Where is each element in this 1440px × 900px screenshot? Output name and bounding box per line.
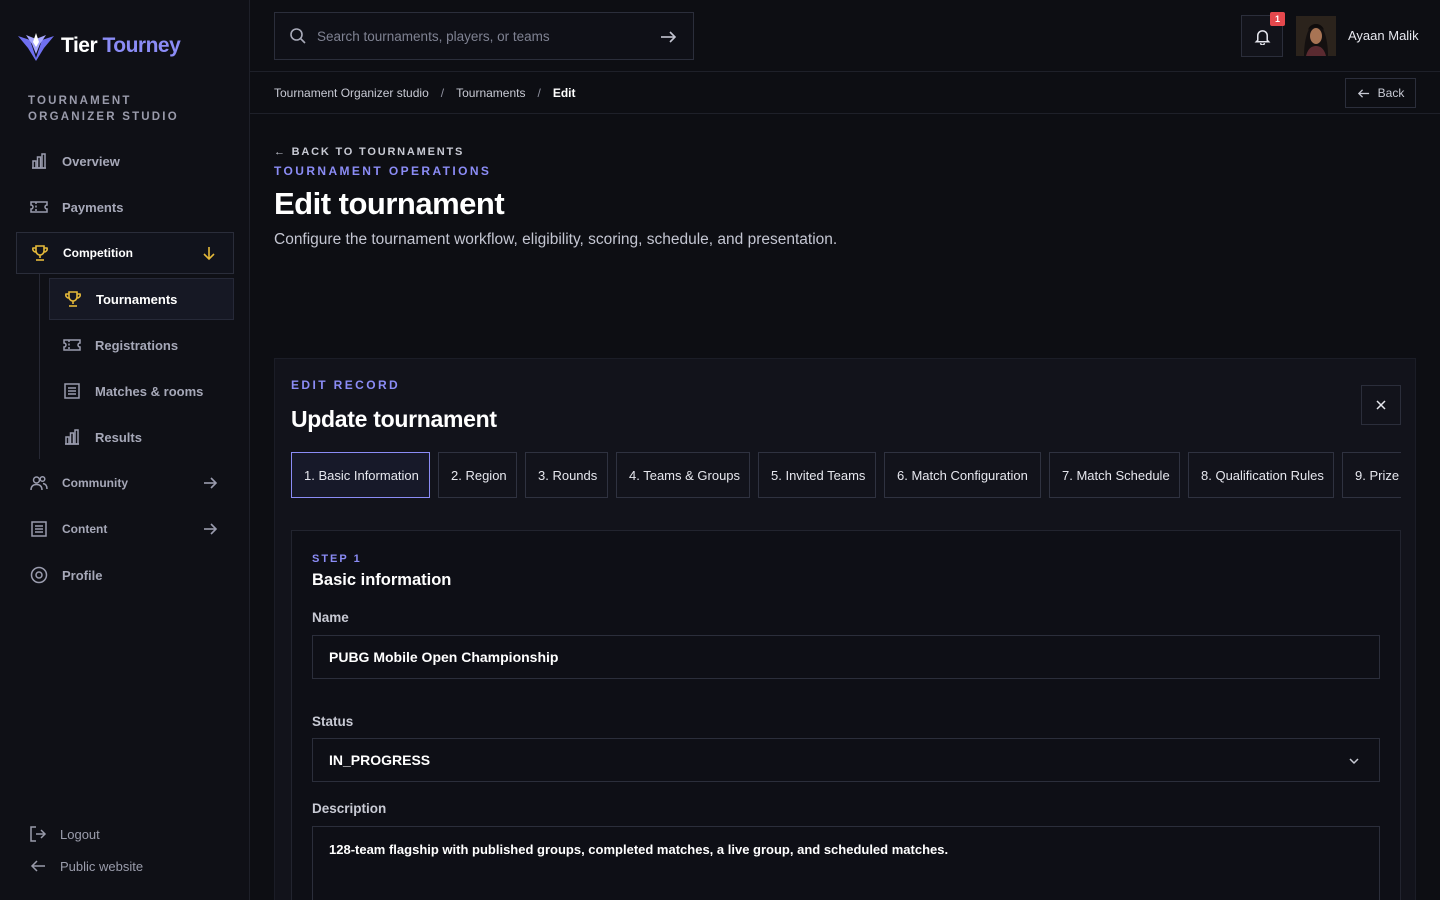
sidebar-item-label: Matches & rooms xyxy=(95,383,204,399)
name-value: PUBG Mobile Open Championship xyxy=(329,649,559,665)
tab-match-schedule[interactable]: 7. Match Schedule xyxy=(1049,452,1180,498)
arrow-right-icon[interactable] xyxy=(659,28,677,46)
close-icon xyxy=(1376,400,1386,410)
sidebar-item-tournaments[interactable]: Tournaments xyxy=(49,278,234,320)
step-title: Basic information xyxy=(312,571,452,589)
arrow-left-icon xyxy=(1357,88,1369,98)
back-button-label: Back xyxy=(1377,86,1405,100)
topbar: Search tournaments, players, or teams 1 … xyxy=(250,0,1440,72)
search-icon xyxy=(290,28,306,44)
bell-icon xyxy=(1254,29,1270,45)
sidebar-item-label: Overview xyxy=(62,153,120,169)
page-eyebrow: TOURNAMENT OPERATIONS xyxy=(274,164,492,178)
users-icon xyxy=(30,475,48,491)
tab-invited-teams[interactable]: 5. Invited Teams xyxy=(758,452,876,498)
brand-name-part2: Tourney xyxy=(102,34,181,57)
sidebar: Tier Tourney TOURNAMENT ORGANIZER STUDIO… xyxy=(0,0,250,900)
public-website-link[interactable]: Public website xyxy=(29,857,143,875)
sidebar-item-matches[interactable]: Matches & rooms xyxy=(62,380,234,402)
notification-badge: 1 xyxy=(1270,12,1285,26)
status-select[interactable]: IN_PROGRESS xyxy=(312,738,1380,782)
logout-label: Logout xyxy=(60,826,100,842)
trophy-icon xyxy=(65,291,81,307)
brand-logo[interactable]: Tier Tourney xyxy=(16,30,181,62)
tier-tourney-logo-icon xyxy=(18,33,54,61)
page-subtitle: Configure the tournament workflow, eligi… xyxy=(274,231,838,248)
avatar[interactable] xyxy=(1296,16,1336,56)
avatar-image xyxy=(1296,16,1336,56)
tab-match-configuration[interactable]: 6. Match Configuration xyxy=(884,452,1041,498)
user-name[interactable]: Ayaan Malik xyxy=(1348,28,1419,43)
sidebar-item-registrations[interactable]: Registrations xyxy=(62,334,234,356)
public-website-label: Public website xyxy=(60,858,144,874)
tab-teams-groups[interactable]: 4. Teams & Groups xyxy=(616,452,750,498)
ticket-icon xyxy=(63,339,81,351)
tab-rounds[interactable]: 3. Rounds xyxy=(525,452,608,498)
name-field[interactable]: PUBG Mobile Open Championship xyxy=(312,635,1380,679)
brand-name: Tier Tourney xyxy=(61,34,181,58)
sidebar-item-label: Results xyxy=(95,429,142,445)
page-title: Edit tournament xyxy=(274,186,505,221)
status-label: Status xyxy=(312,714,354,729)
brand-name-part1: Tier xyxy=(61,34,98,57)
card-title: Update tournament xyxy=(291,406,497,432)
step-panel: STEP 1 Basic information Name PUBG Mobil… xyxy=(291,530,1401,900)
profile-target-icon xyxy=(30,566,48,584)
list-document-icon xyxy=(64,383,80,399)
sidebar-item-community[interactable]: Community xyxy=(29,472,234,494)
status-value: IN_PROGRESS xyxy=(329,752,431,768)
trophy-icon xyxy=(32,245,48,261)
sidebar-item-content[interactable]: Content xyxy=(29,518,234,540)
sidebar-item-payments[interactable]: Payments xyxy=(29,196,234,218)
sidebar-item-profile[interactable]: Profile xyxy=(29,564,234,586)
chevron-down-icon xyxy=(1349,758,1359,765)
description-textarea[interactable]: 128-team flagship with published groups,… xyxy=(312,826,1380,900)
studio-label: TOURNAMENT ORGANIZER STUDIO xyxy=(28,95,179,123)
description-label: Description xyxy=(312,801,387,816)
subtree-line xyxy=(39,274,40,459)
arrow-right-icon xyxy=(204,477,218,489)
list-document-icon xyxy=(31,521,47,537)
breadcrumb-bar: Tournament Organizer studio / Tournament… xyxy=(250,72,1440,114)
search-placeholder: Search tournaments, players, or teams xyxy=(317,28,550,44)
sidebar-item-results[interactable]: Results xyxy=(62,426,234,448)
logout-link[interactable]: Logout xyxy=(29,825,100,843)
arrow-left-icon xyxy=(30,860,45,872)
breadcrumb-item-current: Edit xyxy=(552,86,576,100)
sidebar-item-competition[interactable]: Competition xyxy=(16,232,234,274)
tab-prize[interactable]: 9. Prize xyxy=(1342,452,1401,498)
edit-record-card: EDIT RECORD Update tournament 1. Basic I… xyxy=(274,358,1416,900)
step-label: STEP 1 xyxy=(312,553,362,565)
name-label: Name xyxy=(312,610,349,625)
breadcrumb-separator: / xyxy=(440,86,445,100)
sidebar-item-label: Community xyxy=(62,476,128,490)
breadcrumb-item-tournaments[interactable]: Tournaments xyxy=(456,86,525,100)
bar-chart-icon xyxy=(65,429,79,445)
arrow-down-icon xyxy=(203,247,215,261)
sidebar-item-label: Profile xyxy=(62,567,103,583)
sidebar-item-label: Tournaments xyxy=(96,291,178,307)
ticket-icon xyxy=(30,201,48,213)
breadcrumb-item-studio[interactable]: Tournament Organizer studio xyxy=(274,86,429,100)
tab-qualification-rules[interactable]: 8. Qualification Rules xyxy=(1188,452,1334,498)
search-input[interactable]: Search tournaments, players, or teams xyxy=(274,12,694,60)
back-button[interactable]: Back xyxy=(1345,78,1416,108)
logout-icon xyxy=(30,826,47,842)
sidebar-item-label: Competition xyxy=(63,246,133,260)
sidebar-item-overview[interactable]: Overview xyxy=(29,150,234,172)
sidebar-item-label: Registrations xyxy=(95,337,179,353)
step-tabs: 1. Basic Information 2. Region 3. Rounds… xyxy=(291,452,1401,498)
card-eyebrow: EDIT RECORD xyxy=(291,378,401,392)
sidebar-item-label: Content xyxy=(62,522,108,536)
breadcrumb: Tournament Organizer studio / Tournament… xyxy=(274,86,575,100)
close-button[interactable] xyxy=(1361,385,1401,425)
breadcrumb-separator: / xyxy=(537,86,541,100)
arrow-right-icon xyxy=(204,523,218,535)
sidebar-item-label: Payments xyxy=(62,199,124,215)
tab-basic-information[interactable]: 1. Basic Information xyxy=(291,452,430,498)
bar-chart-icon xyxy=(32,153,46,169)
back-to-tournaments-link[interactable]: ← BACK TO TOURNAMENTS xyxy=(274,146,464,158)
description-value: 128-team flagship with published groups,… xyxy=(329,842,949,857)
tab-region[interactable]: 2. Region xyxy=(438,452,517,498)
